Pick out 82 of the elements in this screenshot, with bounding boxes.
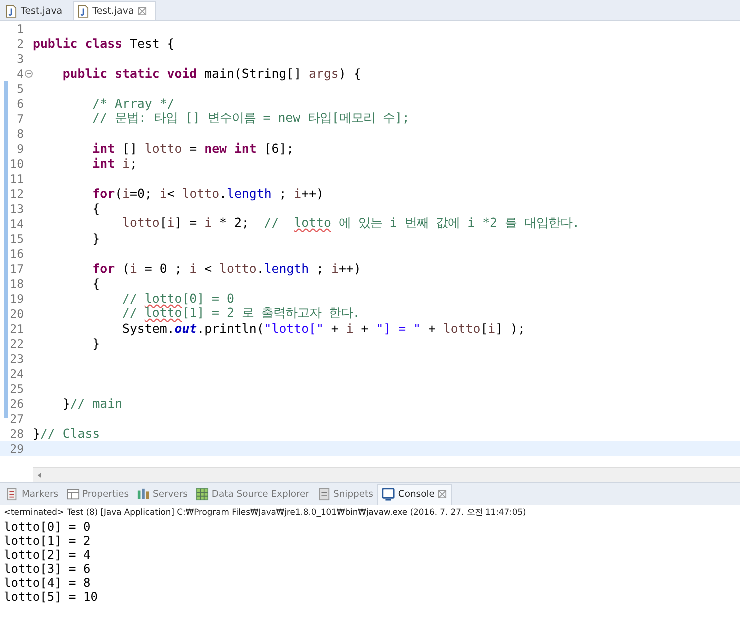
line-number: 9 [16,142,24,156]
line-number: 7 [16,112,24,126]
line-number: 23 [9,352,24,366]
line-number: 5 [16,82,24,96]
tab-label: Properties [82,488,129,500]
line-number: 3 [16,52,24,66]
console-header: <terminated> Test (8) [Java Application] C:₩Program Files₩Java₩jre1.8.0_101₩bin₩javaw.exe (2016. 7. 27. 오전 11:47:05) [4,507,528,519]
line-number: 16 [9,246,24,260]
code-line: public class Test { [33,36,175,51]
view-tab[interactable]: Console [377,484,452,504]
line-number: 2 [16,36,24,50]
code-line: public static void main(String[] args) { [62,66,362,81]
snippets-icon [318,488,330,500]
scroll-left-icon[interactable] [37,472,42,478]
line-number: 1 [16,22,24,36]
code-line: } [92,336,100,351]
console-output-line: lotto[1] = 2 [4,534,92,548]
line-number: 4 [16,66,24,80]
code-line: // 문법: 타입 [] 변수이름 = new 타입[메모리 수]; [92,110,410,127]
code-line: System.out.println("lotto[" + i + "] = " + lotto[i] ); [122,321,526,336]
database-icon [196,488,209,500]
line-number: 21 [9,322,24,336]
java-file-icon [78,4,89,18]
line-number: 6 [16,96,24,110]
code-line: { [92,201,100,216]
console-output-line: lotto[4] = 8 [4,576,92,590]
console-output-line: lotto[0] = 0 [4,520,92,534]
editor-tab[interactable]: Test.java [2,2,71,20]
line-number: 28 [9,426,24,440]
close-icon[interactable] [438,490,447,499]
code-line: { [92,276,100,291]
collapse-icon[interactable] [25,70,33,78]
view-tab[interactable]: Properties [62,484,133,504]
line-number: 12 [9,186,24,200]
code-line: }// Class [33,426,100,441]
tab-label: Console [398,489,435,500]
line-number: 15 [9,232,24,246]
line-number: 13 [9,202,24,216]
servers-icon [136,488,150,500]
line-number: 11 [9,172,24,186]
line-number: 18 [9,276,24,290]
code-line: // lotto[0] = 0 [122,291,234,306]
line-number: 29 [9,442,24,456]
markers-icon [6,488,19,500]
line-number: 14 [9,216,24,230]
close-icon[interactable] [138,6,148,16]
line-number: 25 [9,382,24,396]
tab-label: Markers [22,488,59,500]
view-tab[interactable]: Data Source Explorer [192,484,314,504]
tab-label: Servers [152,488,188,500]
view-tab[interactable]: Markers [2,484,63,504]
code-line: for (i = 0 ; i < lotto.length ; i++) [92,261,362,276]
code-line: }// main [62,396,123,411]
view-tab[interactable]: Snippets [314,484,378,504]
tab-label: Data Source Explorer [212,488,310,500]
line-number: 20 [9,306,24,320]
code-line: } [92,231,100,246]
table-icon [66,488,80,500]
line-number: 8 [16,126,24,140]
tab-label: Snippets [334,488,374,500]
line-number: 26 [9,396,24,410]
editor-tab[interactable]: Test.java [72,1,156,20]
console-icon [382,488,396,501]
java-file-icon [6,4,17,18]
code-line: for(i=0; i< lotto.length ; i++) [92,186,324,201]
line-number: 19 [9,292,24,306]
code-line: int i; [92,156,138,171]
line-number: 27 [9,412,24,426]
console-output-line: lotto[3] = 6 [4,562,92,576]
line-number: 24 [9,366,24,380]
line-number: 17 [9,262,24,276]
tab-label: Test.java [92,6,134,16]
tab-label: Test.java [21,6,63,16]
console-output-line: lotto[5] = 10 [4,590,99,604]
line-number: 22 [9,336,24,350]
view-tab[interactable]: Servers [132,484,192,504]
console-output-line: lotto[2] = 4 [4,548,92,562]
code-line: lotto[i] = i * 2; // lotto 에 있는 i 번째 값에 i *2 를 대입한다. [122,215,580,232]
code-line: int [] lotto = new int [6]; [92,141,294,156]
code-line: // lotto[1] = 2 로 출력하고자 한다. [122,305,360,322]
code-line: /* Array */ [92,96,175,111]
line-number: 10 [9,156,24,170]
